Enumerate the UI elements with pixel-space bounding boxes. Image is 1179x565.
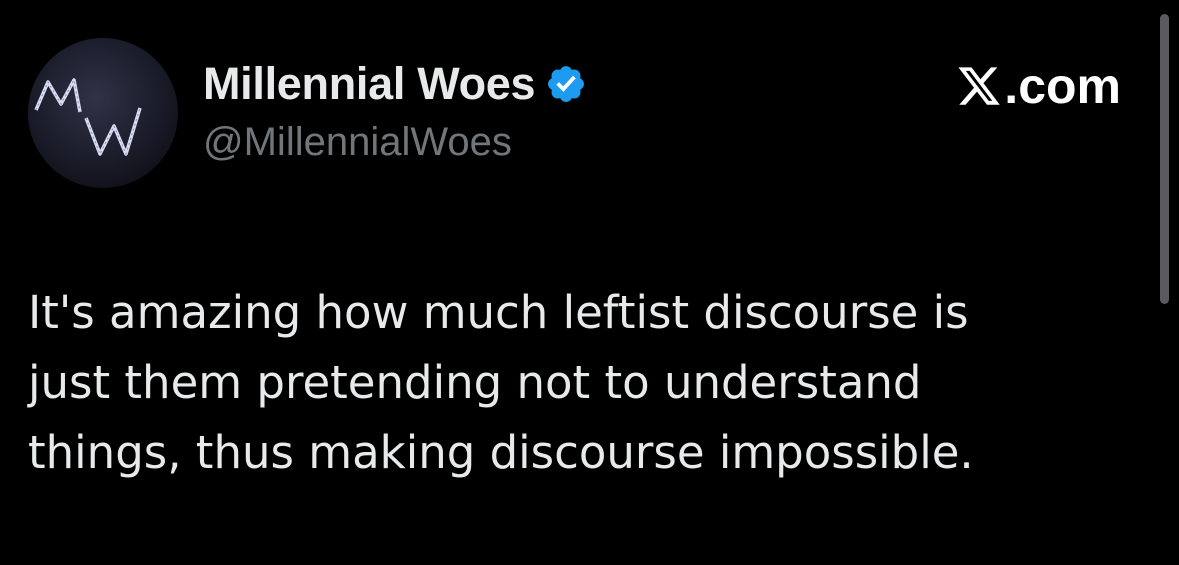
avatar-monogram-image [28, 38, 178, 188]
tweet-text: It's amazing how much leftist discourse … [28, 278, 1138, 488]
author-name-row[interactable]: Millennial Woes [203, 54, 587, 114]
verified-badge-icon [545, 63, 587, 105]
site-brand: .com [956, 56, 1121, 116]
avatar[interactable] [28, 38, 178, 188]
scrollbar[interactable] [1160, 14, 1169, 304]
tweet-text-line: just them pretending not to understand [28, 356, 922, 409]
author-handle[interactable]: @MillennialWoes [203, 120, 512, 165]
x-logo-icon [956, 63, 1002, 109]
site-domain-label: .com [1004, 58, 1121, 114]
tweet-text-line: things, thus making discourse impossible… [28, 426, 974, 479]
author-display-name[interactable]: Millennial Woes [203, 58, 536, 110]
tweet-text-line: It's amazing how much leftist discourse … [28, 286, 969, 339]
